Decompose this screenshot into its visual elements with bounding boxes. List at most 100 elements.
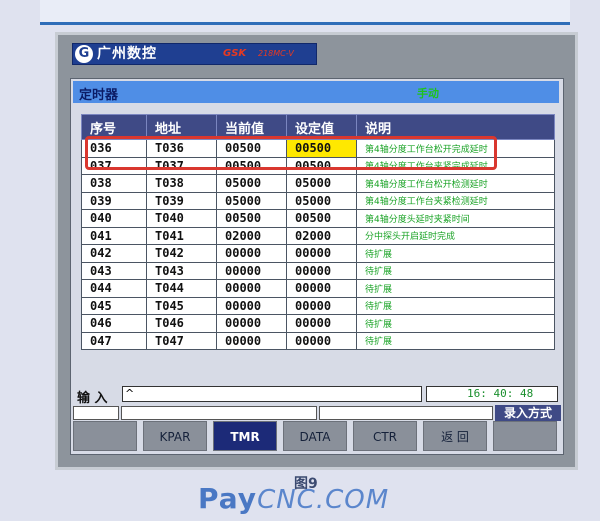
cell-set[interactable]: 00000	[286, 314, 357, 333]
table-row[interactable]: 047 T047 00000 00000 待扩展	[81, 331, 555, 350]
cell-current: 00000	[216, 261, 287, 280]
cell-desc: 待扩展	[356, 279, 555, 298]
gsk-logo-icon: G	[75, 45, 93, 63]
cell-set[interactable]: 00000	[286, 279, 357, 298]
softkey-bar: KPAR TMR DATA CTR 返 回	[73, 421, 563, 451]
cell-desc: 待扩展	[356, 314, 555, 333]
cell-no: 041	[81, 226, 147, 245]
watermark-cnc: CNC.COM	[257, 485, 390, 515]
softkey-kpar[interactable]: KPAR	[143, 421, 207, 451]
cell-desc: 第4轴分度工作台松开检测延时	[356, 174, 555, 193]
status-cell	[73, 406, 119, 420]
mode-label: 录入方式	[495, 405, 561, 421]
header-set: 设定值	[286, 114, 357, 140]
command-input[interactable]: ^	[122, 386, 422, 402]
cell-set[interactable]: 00000	[286, 331, 357, 350]
cell-set[interactable]: 00000	[286, 296, 357, 315]
table-row[interactable]: 040 T040 00500 00500 第4轴分度头延时夹紧时间	[81, 209, 555, 228]
table-header-row: 序号 地址 当前值 设定值 说明	[81, 114, 555, 140]
input-row: 输 入 ^ 16: 40: 48	[73, 385, 561, 406]
cell-set[interactable]: 05000	[286, 191, 357, 210]
cell-no: 039	[81, 191, 147, 210]
cell-no: 047	[81, 331, 147, 350]
cell-desc: 第4轴分度头延时夹紧时间	[356, 209, 555, 228]
cell-no: 037	[81, 156, 147, 175]
cell-address: T045	[146, 296, 217, 315]
softkey-ctr[interactable]: CTR	[353, 421, 417, 451]
table-row[interactable]: 043 T043 00000 00000 待扩展	[81, 261, 555, 280]
cell-desc: 第4轴分度工作台松开完成延时	[356, 139, 555, 158]
cell-address: T044	[146, 279, 217, 298]
cell-address: T043	[146, 261, 217, 280]
cell-address: T040	[146, 209, 217, 228]
cell-current: 00000	[216, 279, 287, 298]
softkey-blank-1[interactable]	[73, 421, 137, 451]
cell-address: T038	[146, 174, 217, 193]
cell-desc: 第4轴分度工作台夹紧完成延时	[356, 156, 555, 175]
table-row[interactable]: 036 T036 00500 00500 第4轴分度工作台松开完成延时	[81, 139, 555, 158]
cell-current: 00500	[216, 139, 287, 158]
cell-desc: 待扩展	[356, 296, 555, 315]
clock: 16: 40: 48	[426, 386, 558, 402]
cell-desc: 待扩展	[356, 331, 555, 350]
cell-set[interactable]: 00000	[286, 261, 357, 280]
cell-current: 00500	[216, 156, 287, 175]
status-cell	[319, 406, 493, 420]
cell-desc: 第4轴分度工作台夹紧检测延时	[356, 191, 555, 210]
softkey-tmr[interactable]: TMR	[213, 421, 277, 451]
header-address: 地址	[146, 114, 217, 140]
table-row[interactable]: 037 T037 00500 00500 第4轴分度工作台夹紧完成延时	[81, 156, 555, 175]
brand-bar: G 广州数控 GSK 218MC-V	[72, 43, 317, 65]
table-row[interactable]: 041 T041 02000 02000 分中探头开启延时完成	[81, 226, 555, 245]
cell-set[interactable]: 00500	[286, 209, 357, 228]
cell-no: 042	[81, 244, 147, 263]
cell-current: 00000	[216, 314, 287, 333]
watermark: PayCNC.COM	[198, 482, 389, 515]
cell-desc: 待扩展	[356, 244, 555, 263]
table-row[interactable]: 039 T039 05000 05000 第4轴分度工作台夹紧检测延时	[81, 191, 555, 210]
cell-current: 05000	[216, 191, 287, 210]
softkey-return[interactable]: 返 回	[423, 421, 487, 451]
cell-address: T047	[146, 331, 217, 350]
cell-address: T037	[146, 156, 217, 175]
cell-desc: 待扩展	[356, 261, 555, 280]
cell-set[interactable]: 00500	[286, 156, 357, 175]
top-strip	[40, 0, 570, 25]
table-row[interactable]: 046 T046 00000 00000 待扩展	[81, 314, 555, 333]
table-row[interactable]: 045 T045 00000 00000 待扩展	[81, 296, 555, 315]
cell-current: 00000	[216, 331, 287, 350]
cell-current: 02000	[216, 226, 287, 245]
softkey-blank-2[interactable]	[493, 421, 557, 451]
cell-no: 036	[81, 139, 147, 158]
brand-model: 218MC-V	[258, 49, 294, 58]
header-no: 序号	[81, 114, 147, 140]
cell-no: 044	[81, 279, 147, 298]
cell-set[interactable]: 05000	[286, 174, 357, 193]
cell-set[interactable]: 02000	[286, 226, 357, 245]
cell-no: 040	[81, 209, 147, 228]
timer-table: 序号 地址 当前值 设定值 说明 036 T036 00500 00500 第4轴分度工…	[81, 114, 555, 350]
softkey-data[interactable]: DATA	[283, 421, 347, 451]
cnc-screen: 定时器 手动 序号 地址 当前值 设定值 说明 036 T036 00500 0050…	[70, 78, 564, 455]
table-row[interactable]: 042 T042 00000 00000 待扩展	[81, 244, 555, 263]
cell-set[interactable]: 00500	[286, 139, 357, 158]
cell-address: T046	[146, 314, 217, 333]
table-row[interactable]: 044 T044 00000 00000 待扩展	[81, 279, 555, 298]
watermark-pay: Pay	[198, 482, 258, 515]
cell-current: 00000	[216, 244, 287, 263]
cell-set[interactable]: 00000	[286, 244, 357, 263]
mode-status: 手动	[417, 87, 439, 100]
input-label: 输 入	[77, 391, 108, 406]
cell-no: 043	[81, 261, 147, 280]
page-title: 定时器	[79, 88, 119, 103]
brand-gsk: GSK	[223, 48, 247, 59]
cell-address: T042	[146, 244, 217, 263]
cell-address: T039	[146, 191, 217, 210]
table-row[interactable]: 038 T038 05000 05000 第4轴分度工作台松开检测延时	[81, 174, 555, 193]
brand-name: 广州数控	[97, 46, 157, 62]
cell-address: T036	[146, 139, 217, 158]
cell-no: 045	[81, 296, 147, 315]
cell-address: T041	[146, 226, 217, 245]
cell-current: 00000	[216, 296, 287, 315]
cell-desc: 分中探头开启延时完成	[356, 226, 555, 245]
